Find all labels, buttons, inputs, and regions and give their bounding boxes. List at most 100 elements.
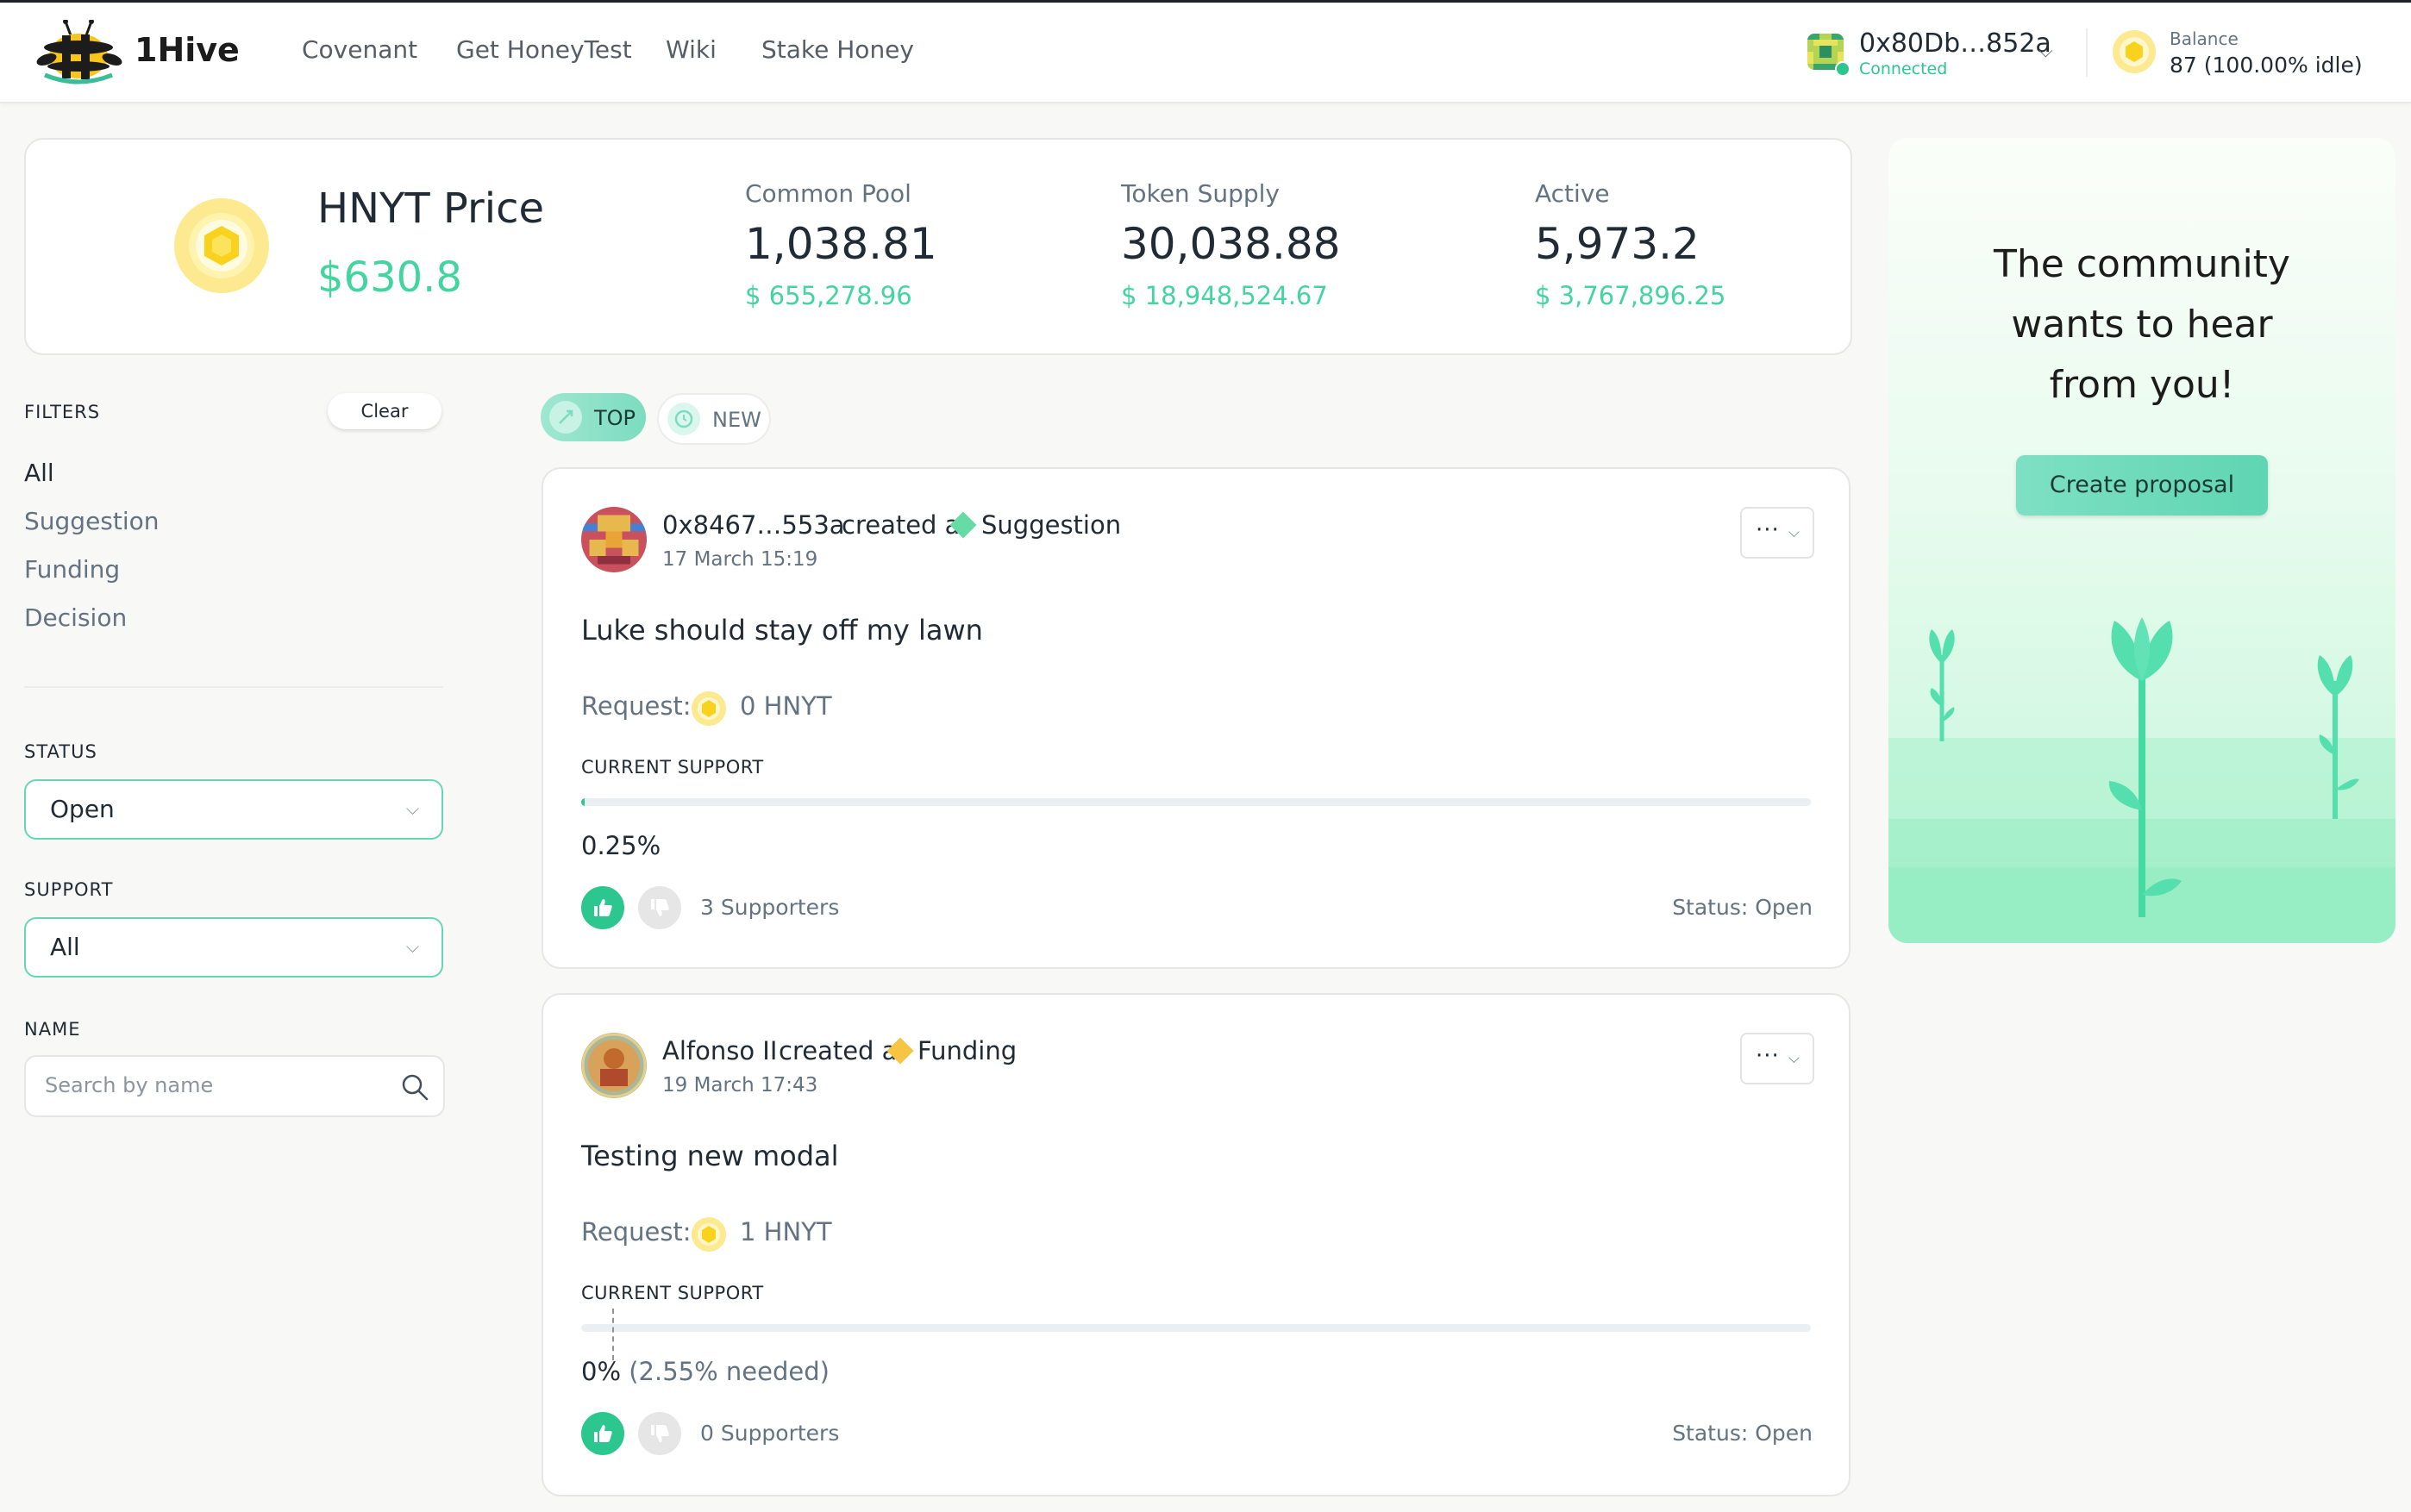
support-threshold-marker: [612, 1309, 615, 1360]
thumbs-down-icon: [651, 899, 669, 916]
search-input[interactable]: [43, 1065, 391, 1105]
support-progress-bar: [581, 798, 1811, 806]
more-options-button[interactable]: ··· ⌵: [1740, 1033, 1814, 1084]
active-usd: $ 3,767,896.25: [1535, 281, 1726, 310]
proposal-card[interactable]: Alfonso II created a Funding 19 March 17…: [542, 993, 1851, 1496]
support-value: 0%: [581, 1357, 622, 1386]
author-avatar[interactable]: [581, 1033, 647, 1098]
support-button[interactable]: [581, 1412, 624, 1455]
proposal-status: Status: Open: [1672, 895, 1813, 920]
support-progress-fill: [581, 798, 586, 806]
account-button[interactable]: 0x80Db…852a Connected ⌵: [1807, 28, 2057, 80]
proposal-type: Funding: [917, 1036, 1018, 1065]
support-value: 0.25%: [581, 831, 661, 860]
status-label: STATUS: [24, 741, 97, 762]
thumbs-down-icon: [651, 1425, 669, 1442]
ellipsis-icon: ···: [1756, 1043, 1780, 1069]
support-percentage: 0% (2.55% needed): [581, 1357, 830, 1386]
token-supply-value: 30,038.88: [1121, 219, 1341, 269]
request-label: Request:: [581, 1217, 692, 1246]
common-pool-usd: $ 655,278.96: [745, 281, 912, 310]
support-label: SUPPORT: [24, 879, 114, 900]
chevron-down-icon: ⌵: [1788, 1050, 1800, 1067]
metrics-panel: HNYT Price $630.8 Common Pool 1,038.81 $…: [24, 138, 1852, 355]
thumbs-up-icon: [594, 899, 612, 916]
clear-filters-button[interactable]: Clear: [328, 393, 441, 429]
token-supply-label: Token Supply: [1121, 179, 1280, 208]
bee-logo-icon[interactable]: [36, 20, 122, 85]
status-select[interactable]: Open ⌵: [24, 779, 443, 840]
author-name[interactable]: 0x8467…553a: [662, 510, 845, 540]
nav-get-honeytest[interactable]: Get HoneyTest: [456, 35, 632, 64]
name-search-field[interactable]: [24, 1055, 445, 1117]
cta-heading-line: The community: [1994, 242, 2290, 286]
support-select-value: All: [50, 933, 80, 961]
proposal-date: 19 March 17:43: [662, 1074, 818, 1097]
support-needed: (2.55% needed): [629, 1357, 830, 1386]
proposal-title[interactable]: Testing new modal: [581, 1140, 839, 1172]
tab-new[interactable]: NEW: [657, 393, 771, 445]
clock-icon: [667, 403, 700, 435]
supporters-count: 3 Supporters: [700, 895, 840, 920]
proposal-title[interactable]: Luke should stay off my lawn: [581, 614, 983, 647]
chevron-down-icon: ⌵: [405, 798, 419, 819]
more-options-button[interactable]: ··· ⌵: [1740, 507, 1814, 559]
create-proposal-button[interactable]: Create proposal: [2016, 455, 2268, 515]
account-address: 0x80Db…852a: [1859, 28, 2051, 59]
request-amount: 1 HNYT: [740, 1217, 832, 1246]
thumbs-up-icon: [594, 1425, 612, 1442]
cta-heading-line: wants to hear: [2011, 303, 2273, 347]
common-pool-value: 1,038.81: [745, 219, 937, 269]
nav-covenant[interactable]: Covenant: [302, 35, 417, 64]
ellipsis-icon: ···: [1756, 517, 1780, 543]
connection-status: Connected: [1859, 59, 1948, 78]
top-icon: [549, 401, 582, 434]
support-button[interactable]: [581, 886, 624, 929]
cta-heading: The community wants to hear from you!: [1888, 234, 2395, 415]
create-proposal-panel: The community wants to hear from you! Cr…: [1888, 138, 2395, 943]
proposal-status: Status: Open: [1672, 1421, 1813, 1446]
oppose-button[interactable]: [638, 886, 681, 929]
header-divider: [2086, 28, 2088, 77]
hnyt-price-value: $630.8: [317, 253, 462, 302]
active-value: 5,973.2: [1535, 219, 1700, 269]
proposal-type: Suggestion: [981, 510, 1122, 540]
proposal-card[interactable]: 0x8467…553a created a Suggestion 17 Marc…: [542, 467, 1851, 969]
balance-label: Balance: [2170, 28, 2239, 49]
common-pool-label: Common Pool: [745, 179, 911, 208]
chevron-down-icon: ⌵: [1788, 524, 1800, 541]
chevron-down-icon: ⌵: [2038, 41, 2053, 62]
active-label: Active: [1535, 179, 1610, 208]
filters-heading: FILTERS: [24, 402, 101, 422]
filter-decision[interactable]: Decision: [24, 603, 127, 632]
support-select[interactable]: All ⌵: [24, 917, 443, 978]
hnyt-price-title: HNYT Price: [317, 184, 544, 233]
token-supply-usd: $ 18,948,524.67: [1121, 281, 1328, 310]
nav-stake-honey[interactable]: Stake Honey: [761, 35, 914, 64]
tab-top[interactable]: TOP: [541, 393, 646, 441]
tab-new-label: NEW: [712, 408, 761, 432]
filter-all[interactable]: All: [24, 459, 54, 487]
search-icon[interactable]: [400, 1072, 429, 1102]
hnyt-token-icon: [692, 1217, 726, 1252]
current-support-label: CURRENT SUPPORT: [581, 1283, 764, 1303]
created-text: created a: [842, 510, 961, 540]
balance-value: 87 (100.00% idle): [2170, 53, 2363, 78]
current-support-label: CURRENT SUPPORT: [581, 757, 764, 778]
filter-funding[interactable]: Funding: [24, 555, 120, 584]
top-bar: 1Hive Covenant Get HoneyTest Wiki Stake …: [0, 3, 2411, 103]
hnyt-token-icon: [692, 691, 726, 726]
brand-name[interactable]: 1Hive: [135, 31, 240, 69]
nav-wiki[interactable]: Wiki: [666, 35, 717, 64]
author-name[interactable]: Alfonso II: [662, 1036, 777, 1065]
sprouts-illustration: [1929, 617, 2359, 917]
supporters-count: 0 Supporters: [700, 1421, 840, 1446]
proposal-date: 17 March 15:19: [662, 548, 818, 571]
author-avatar[interactable]: [581, 507, 647, 572]
oppose-button[interactable]: [638, 1412, 681, 1455]
created-text: created a: [779, 1036, 898, 1065]
chevron-down-icon: ⌵: [405, 936, 419, 957]
filter-suggestion[interactable]: Suggestion: [24, 507, 160, 535]
tab-top-label: TOP: [594, 406, 636, 430]
connected-indicator: [1835, 61, 1851, 77]
